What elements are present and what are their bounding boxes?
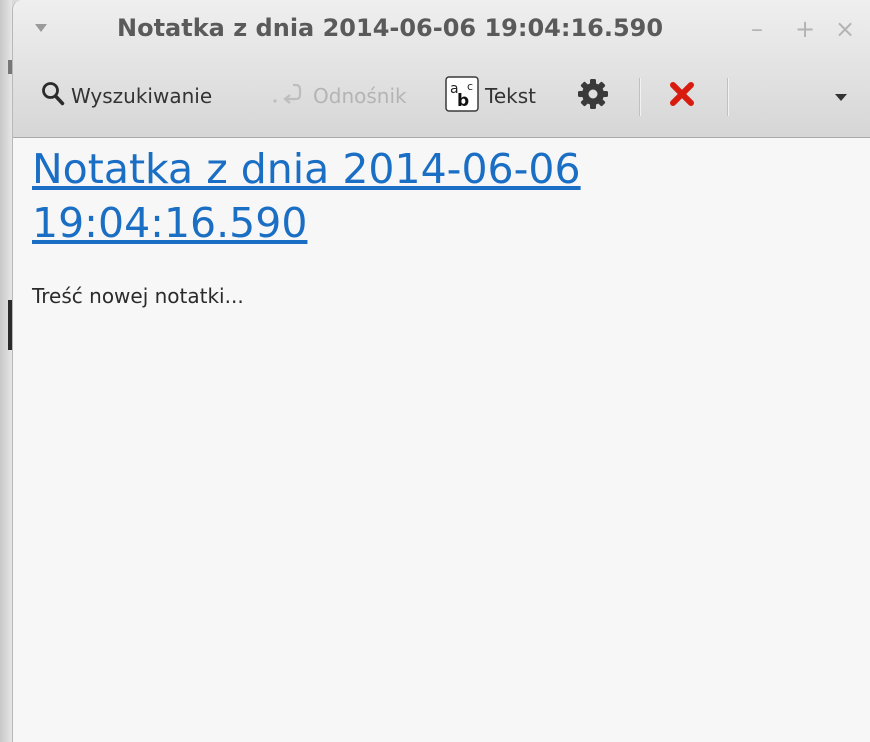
search-icon [41, 81, 65, 112]
note-title-link[interactable]: Notatka z dnia 2014-06-06 19:04:16.590 [32, 142, 792, 250]
text-format-label: Tekst [485, 84, 536, 108]
background-window-edge [0, 0, 12, 742]
delete-icon [669, 81, 695, 112]
search-label: Wyszukiwanie [71, 84, 213, 108]
window-title: Notatka z dnia 2014-06-06 19:04:16.590 [117, 14, 664, 42]
svg-text:b: b [457, 91, 469, 111]
link-button[interactable]: Odnośnik [271, 76, 407, 116]
toolbar: Wyszukiwanie Odnośnik a c b Tekst [13, 68, 870, 124]
text-format-icon: a c b [445, 75, 479, 117]
chevron-down-icon[interactable] [835, 94, 847, 101]
note-window: Notatka z dnia 2014-06-06 19:04:16.590 –… [12, 0, 870, 742]
window-chrome: Notatka z dnia 2014-06-06 19:04:16.590 –… [13, 0, 870, 138]
window-menu-arrow-icon[interactable] [35, 24, 47, 32]
toolbar-separator [727, 78, 729, 116]
note-body-text: Treść nowej notatki... [32, 284, 244, 308]
minimize-button[interactable]: – [751, 12, 763, 46]
gear-icon [577, 78, 609, 115]
maximize-button[interactable]: + [795, 12, 815, 46]
link-label: Odnośnik [313, 84, 407, 108]
search-button[interactable]: Wyszukiwanie [41, 76, 212, 116]
settings-button[interactable] [577, 76, 615, 116]
close-button[interactable]: × [835, 12, 855, 46]
link-icon [271, 81, 307, 112]
text-format-button[interactable]: a c b Tekst [445, 75, 536, 117]
delete-button[interactable] [669, 76, 701, 116]
note-content[interactable]: Notatka z dnia 2014-06-06 19:04:16.590 T… [13, 138, 870, 742]
title-bar[interactable]: Notatka z dnia 2014-06-06 19:04:16.590 –… [13, 0, 870, 62]
toolbar-separator [639, 78, 641, 116]
